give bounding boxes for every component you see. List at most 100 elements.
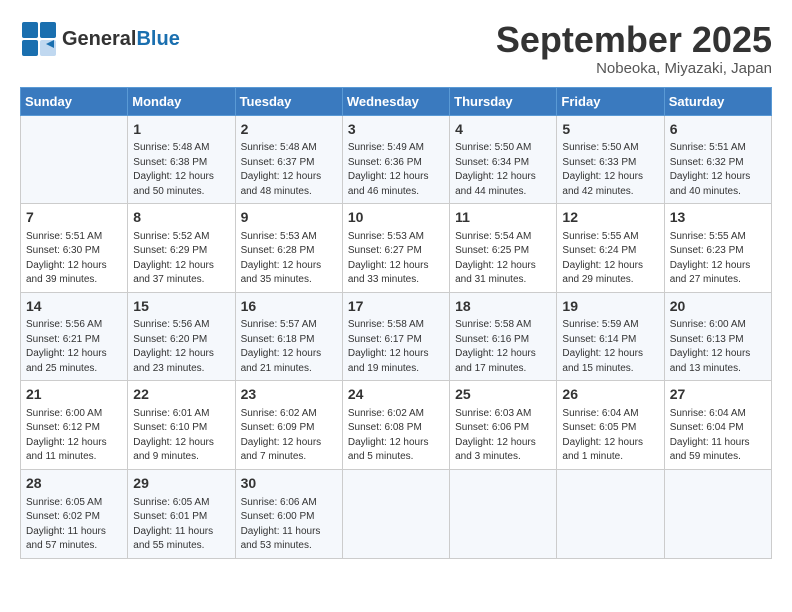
calendar-cell: 29Sunrise: 6:05 AM Sunset: 6:01 PM Dayli… [128, 469, 235, 558]
day-number: 8 [133, 208, 229, 228]
col-header-thursday: Thursday [450, 87, 557, 115]
calendar-cell: 18Sunrise: 5:58 AM Sunset: 6:16 PM Dayli… [450, 292, 557, 381]
day-info: Sunrise: 5:59 AM Sunset: 6:14 PM Dayligh… [562, 318, 658, 376]
calendar-cell: 3Sunrise: 5:49 AM Sunset: 6:36 PM Daylig… [342, 115, 449, 204]
day-number: 7 [26, 208, 122, 228]
calendar-cell: 4Sunrise: 5:50 AM Sunset: 6:34 PM Daylig… [450, 115, 557, 204]
calendar-cell: 8Sunrise: 5:52 AM Sunset: 6:29 PM Daylig… [128, 204, 235, 293]
calendar-cell [21, 115, 128, 204]
day-info: Sunrise: 5:48 AM Sunset: 6:38 PM Dayligh… [133, 141, 229, 199]
day-number: 2 [241, 120, 337, 140]
day-info: Sunrise: 6:04 AM Sunset: 6:04 PM Dayligh… [670, 407, 766, 465]
day-number: 19 [562, 297, 658, 317]
calendar-cell: 14Sunrise: 5:56 AM Sunset: 6:21 PM Dayli… [21, 292, 128, 381]
day-number: 30 [241, 474, 337, 494]
col-header-friday: Friday [557, 87, 664, 115]
day-number: 18 [455, 297, 551, 317]
day-info: Sunrise: 6:00 AM Sunset: 6:13 PM Dayligh… [670, 318, 766, 376]
calendar-cell: 26Sunrise: 6:04 AM Sunset: 6:05 PM Dayli… [557, 381, 664, 470]
day-number: 13 [670, 208, 766, 228]
day-number: 14 [26, 297, 122, 317]
day-info: Sunrise: 5:58 AM Sunset: 6:17 PM Dayligh… [348, 318, 444, 376]
day-number: 25 [455, 385, 551, 405]
calendar-cell: 24Sunrise: 6:02 AM Sunset: 6:08 PM Dayli… [342, 381, 449, 470]
calendar-cell: 30Sunrise: 6:06 AM Sunset: 6:00 PM Dayli… [235, 469, 342, 558]
day-info: Sunrise: 5:55 AM Sunset: 6:24 PM Dayligh… [562, 230, 658, 288]
calendar-cell: 7Sunrise: 5:51 AM Sunset: 6:30 PM Daylig… [21, 204, 128, 293]
col-header-monday: Monday [128, 87, 235, 115]
day-info: Sunrise: 5:55 AM Sunset: 6:23 PM Dayligh… [670, 230, 766, 288]
day-number: 26 [562, 385, 658, 405]
week-row-3: 14Sunrise: 5:56 AM Sunset: 6:21 PM Dayli… [21, 292, 772, 381]
calendar-cell: 9Sunrise: 5:53 AM Sunset: 6:28 PM Daylig… [235, 204, 342, 293]
calendar-cell [664, 469, 771, 558]
calendar-cell: 16Sunrise: 5:57 AM Sunset: 6:18 PM Dayli… [235, 292, 342, 381]
day-info: Sunrise: 5:57 AM Sunset: 6:18 PM Dayligh… [241, 318, 337, 376]
day-info: Sunrise: 6:02 AM Sunset: 6:08 PM Dayligh… [348, 407, 444, 465]
day-info: Sunrise: 6:03 AM Sunset: 6:06 PM Dayligh… [455, 407, 551, 465]
calendar-cell: 2Sunrise: 5:48 AM Sunset: 6:37 PM Daylig… [235, 115, 342, 204]
calendar-cell: 5Sunrise: 5:50 AM Sunset: 6:33 PM Daylig… [557, 115, 664, 204]
day-number: 17 [348, 297, 444, 317]
day-number: 9 [241, 208, 337, 228]
day-info: Sunrise: 6:05 AM Sunset: 6:01 PM Dayligh… [133, 496, 229, 554]
week-row-5: 28Sunrise: 6:05 AM Sunset: 6:02 PM Dayli… [21, 469, 772, 558]
day-info: Sunrise: 6:01 AM Sunset: 6:10 PM Dayligh… [133, 407, 229, 465]
day-number: 6 [670, 120, 766, 140]
day-info: Sunrise: 5:56 AM Sunset: 6:21 PM Dayligh… [26, 318, 122, 376]
calendar-cell: 20Sunrise: 6:00 AM Sunset: 6:13 PM Dayli… [664, 292, 771, 381]
day-number: 20 [670, 297, 766, 317]
calendar-table: SundayMondayTuesdayWednesdayThursdayFrid… [20, 87, 772, 559]
page-header: GeneralBlue September 2025 Nobeoka, Miya… [20, 20, 772, 77]
day-number: 12 [562, 208, 658, 228]
calendar-cell: 27Sunrise: 6:04 AM Sunset: 6:04 PM Dayli… [664, 381, 771, 470]
day-number: 29 [133, 474, 229, 494]
col-header-saturday: Saturday [664, 87, 771, 115]
day-number: 1 [133, 120, 229, 140]
day-number: 23 [241, 385, 337, 405]
day-number: 22 [133, 385, 229, 405]
day-number: 27 [670, 385, 766, 405]
col-header-wednesday: Wednesday [342, 87, 449, 115]
calendar-cell: 17Sunrise: 5:58 AM Sunset: 6:17 PM Dayli… [342, 292, 449, 381]
logo-blue: Blue [136, 28, 179, 50]
day-info: Sunrise: 6:02 AM Sunset: 6:09 PM Dayligh… [241, 407, 337, 465]
day-info: Sunrise: 5:53 AM Sunset: 6:27 PM Dayligh… [348, 230, 444, 288]
day-number: 3 [348, 120, 444, 140]
col-header-sunday: Sunday [21, 87, 128, 115]
calendar-cell: 22Sunrise: 6:01 AM Sunset: 6:10 PM Dayli… [128, 381, 235, 470]
col-header-tuesday: Tuesday [235, 87, 342, 115]
day-number: 11 [455, 208, 551, 228]
day-info: Sunrise: 5:51 AM Sunset: 6:32 PM Dayligh… [670, 141, 766, 199]
calendar-cell: 23Sunrise: 6:02 AM Sunset: 6:09 PM Dayli… [235, 381, 342, 470]
day-info: Sunrise: 5:50 AM Sunset: 6:34 PM Dayligh… [455, 141, 551, 199]
day-info: Sunrise: 5:49 AM Sunset: 6:36 PM Dayligh… [348, 141, 444, 199]
week-row-4: 21Sunrise: 6:00 AM Sunset: 6:12 PM Dayli… [21, 381, 772, 470]
day-number: 24 [348, 385, 444, 405]
calendar-cell: 15Sunrise: 5:56 AM Sunset: 6:20 PM Dayli… [128, 292, 235, 381]
calendar-cell: 10Sunrise: 5:53 AM Sunset: 6:27 PM Dayli… [342, 204, 449, 293]
day-info: Sunrise: 6:05 AM Sunset: 6:02 PM Dayligh… [26, 496, 122, 554]
day-info: Sunrise: 6:06 AM Sunset: 6:00 PM Dayligh… [241, 496, 337, 554]
calendar-cell [450, 469, 557, 558]
calendar-cell: 21Sunrise: 6:00 AM Sunset: 6:12 PM Dayli… [21, 381, 128, 470]
month-title: September 2025 [496, 20, 772, 60]
day-number: 16 [241, 297, 337, 317]
calendar-cell: 19Sunrise: 5:59 AM Sunset: 6:14 PM Dayli… [557, 292, 664, 381]
calendar-cell [557, 469, 664, 558]
day-info: Sunrise: 5:53 AM Sunset: 6:28 PM Dayligh… [241, 230, 337, 288]
day-info: Sunrise: 5:56 AM Sunset: 6:20 PM Dayligh… [133, 318, 229, 376]
day-number: 5 [562, 120, 658, 140]
location-subtitle: Nobeoka, Miyazaki, Japan [496, 60, 772, 77]
day-number: 15 [133, 297, 229, 317]
day-info: Sunrise: 6:00 AM Sunset: 6:12 PM Dayligh… [26, 407, 122, 465]
week-row-1: 1Sunrise: 5:48 AM Sunset: 6:38 PM Daylig… [21, 115, 772, 204]
calendar-cell: 12Sunrise: 5:55 AM Sunset: 6:24 PM Dayli… [557, 204, 664, 293]
week-row-2: 7Sunrise: 5:51 AM Sunset: 6:30 PM Daylig… [21, 204, 772, 293]
day-info: Sunrise: 5:51 AM Sunset: 6:30 PM Dayligh… [26, 230, 122, 288]
logo: GeneralBlue [20, 20, 180, 58]
calendar-header-row: SundayMondayTuesdayWednesdayThursdayFrid… [21, 87, 772, 115]
day-info: Sunrise: 5:54 AM Sunset: 6:25 PM Dayligh… [455, 230, 551, 288]
calendar-cell: 1Sunrise: 5:48 AM Sunset: 6:38 PM Daylig… [128, 115, 235, 204]
logo-general: General [62, 28, 136, 50]
